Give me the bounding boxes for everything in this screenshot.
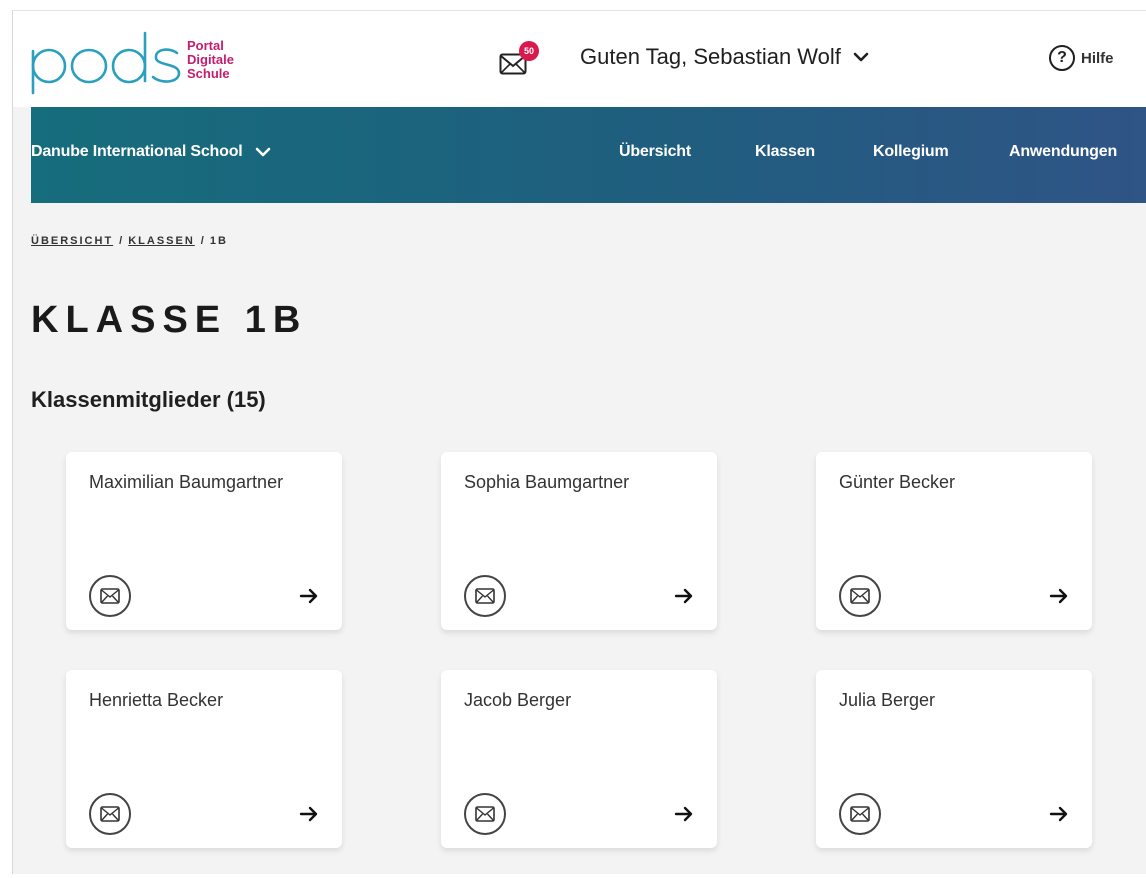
user-menu[interactable]: Guten Tag, Sebastian Wolf: [580, 44, 869, 70]
help-circle-icon: ?: [1049, 45, 1075, 71]
nav-links: Übersicht Klassen Kollegium Anwendungen: [31, 143, 1146, 167]
arrow-right-icon[interactable]: [298, 585, 320, 607]
chevron-down-icon: [853, 52, 869, 62]
pods-logo[interactable]: Portal Digitale Schule: [29, 31, 249, 95]
mail-icon: [850, 806, 870, 822]
nav-link-klassen[interactable]: Klassen: [755, 143, 815, 161]
member-mail-button[interactable]: [89, 575, 131, 617]
member-card[interactable]: Henrietta Becker: [66, 670, 342, 848]
nav-link-anwendungen[interactable]: Anwendungen: [1009, 143, 1117, 161]
logo-subtitle: Portal Digitale Schule: [187, 39, 234, 81]
mail-icon: [475, 588, 495, 604]
breadcrumb-separator: /: [200, 235, 204, 247]
member-mail-button[interactable]: [839, 575, 881, 617]
nav-link-uebersicht[interactable]: Übersicht: [619, 143, 691, 161]
arrow-right-icon[interactable]: [298, 803, 320, 825]
help-label: Hilfe: [1081, 49, 1114, 67]
greeting-text: Guten Tag, Sebastian Wolf: [580, 44, 841, 69]
unread-badge: 50: [519, 41, 539, 61]
member-mail-button[interactable]: [89, 793, 131, 835]
help-link[interactable]: ? Hilfe: [1049, 45, 1114, 71]
member-card[interactable]: Maximilian Baumgartner: [66, 452, 342, 630]
top-header: Portal Digitale Schule 50 Guten Tag, Seb…: [13, 11, 1146, 107]
breadcrumb-current: 1B: [209, 235, 228, 247]
member-name: Jacob Berger: [464, 690, 572, 710]
app-frame: Portal Digitale Schule 50 Guten Tag, Seb…: [12, 10, 1146, 874]
page-title: KLASSE 1B: [31, 299, 308, 341]
breadcrumb-link-uebersicht[interactable]: ÜBERSICHT: [31, 235, 113, 247]
logo-sub-line-1: Portal: [187, 38, 224, 53]
member-name: Julia Berger: [839, 690, 936, 710]
member-name: Henrietta Becker: [89, 690, 224, 710]
messages-button[interactable]: 50: [499, 41, 539, 77]
members-heading: Klassenmitglieder (15): [31, 387, 266, 412]
mail-icon: [475, 806, 495, 822]
mail-icon: [850, 588, 870, 604]
pods-logo-wordmark: [31, 31, 181, 95]
mail-icon: [100, 806, 120, 822]
breadcrumb-link-klassen[interactable]: KLASSEN: [128, 235, 195, 247]
mail-icon: [100, 588, 120, 604]
member-card[interactable]: Sophia Baumgartner: [441, 452, 717, 630]
breadcrumb: ÜBERSICHT / KLASSEN / 1B: [31, 235, 228, 247]
logo-sub-line-3: Schule: [187, 66, 230, 81]
member-name: Maximilian Baumgartner: [89, 472, 284, 492]
arrow-right-icon[interactable]: [673, 585, 695, 607]
member-card[interactable]: Julia Berger: [816, 670, 1092, 848]
member-card[interactable]: Jacob Berger: [441, 670, 717, 848]
arrow-right-icon[interactable]: [1048, 803, 1070, 825]
nav-link-kollegium[interactable]: Kollegium: [873, 143, 949, 161]
member-card[interactable]: Günter Becker: [816, 452, 1092, 630]
member-mail-button[interactable]: [464, 575, 506, 617]
arrow-right-icon[interactable]: [673, 803, 695, 825]
main-navigation: Danube International School Übersicht Kl…: [31, 107, 1146, 203]
member-name: Günter Becker: [839, 472, 956, 492]
arrow-right-icon[interactable]: [1048, 585, 1070, 607]
member-mail-button[interactable]: [839, 793, 881, 835]
logo-sub-line-2: Digitale: [187, 52, 234, 67]
member-mail-button[interactable]: [464, 793, 506, 835]
breadcrumb-separator: /: [119, 235, 123, 247]
member-name: Sophia Baumgartner: [464, 472, 630, 492]
